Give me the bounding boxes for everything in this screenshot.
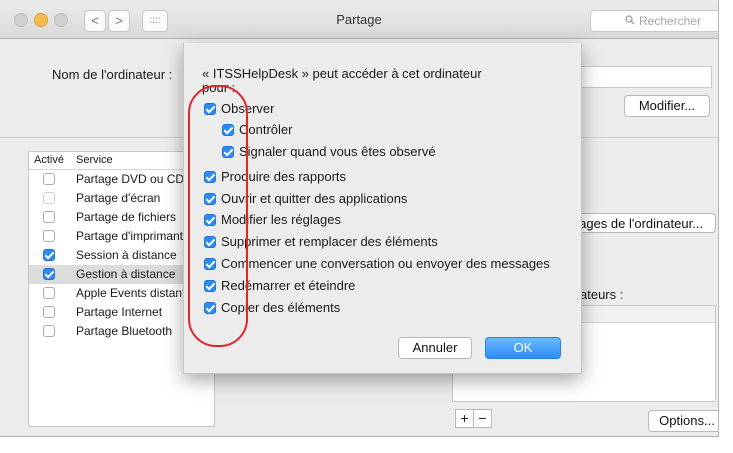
highlight-annotation-loop [188, 85, 248, 347]
service-name: Partage de fichiers [76, 210, 177, 224]
search-placeholder: Rechercher [639, 14, 702, 28]
computer-name-label: Nom de l'ordinateur : [52, 67, 173, 82]
service-name: Partage DVD ou CD [76, 172, 185, 186]
service-checkbox[interactable] [43, 211, 55, 223]
service-checkbox[interactable] [43, 268, 55, 280]
option-label: Supprimer et remplacer des éléments [221, 234, 438, 249]
edit-computer-name-button[interactable]: Modifier... [624, 95, 710, 117]
service-name: Gestion à distance [76, 267, 176, 281]
add-user-button[interactable]: + [455, 409, 474, 428]
service-checkbox[interactable] [43, 230, 55, 242]
service-name: Partage d'imprimantes [76, 229, 196, 243]
service-checkbox[interactable] [43, 306, 55, 318]
service-name: Partage Bluetooth [76, 324, 173, 338]
option-label: Signaler quand vous êtes observé [239, 144, 436, 159]
service-checkbox[interactable] [43, 192, 55, 204]
search-icon [625, 11, 635, 31]
option-label: Ouvrir et quitter des applications [221, 191, 408, 206]
service-name: Apple Events distants [76, 286, 192, 300]
service-name: Partage d'écran [76, 191, 161, 205]
service-checkbox[interactable] [43, 287, 55, 299]
service-checkbox[interactable] [43, 325, 55, 337]
option-label: Commencer une conversation ou envoyer de… [221, 256, 550, 271]
options-button[interactable]: Options... [648, 410, 718, 432]
service-checkbox[interactable] [43, 249, 55, 261]
enabled-column-header: Activé [34, 154, 64, 166]
service-checkbox[interactable] [43, 173, 55, 185]
users-label: ateurs : [580, 287, 624, 302]
cancel-button[interactable]: Annuler [398, 337, 472, 359]
title-bar: < > :::: Partage Rechercher [0, 0, 718, 39]
ok-button[interactable]: OK [485, 337, 561, 359]
sheet-intro-line: pour : [202, 80, 236, 95]
sheet-intro-line: « ITSSHelpDesk » peut accéder à cet ordi… [202, 66, 482, 81]
computer-name-field[interactable] [560, 66, 712, 88]
service-column-header: Service [76, 154, 113, 166]
service-name: Session à distance [76, 248, 177, 262]
service-name: Partage Internet [76, 305, 163, 319]
sheet-intro: « ITSSHelpDesk » peut accéder à cet ordi… [202, 67, 532, 95]
remove-user-button[interactable]: − [473, 409, 492, 428]
search-field[interactable]: Rechercher [590, 10, 718, 32]
